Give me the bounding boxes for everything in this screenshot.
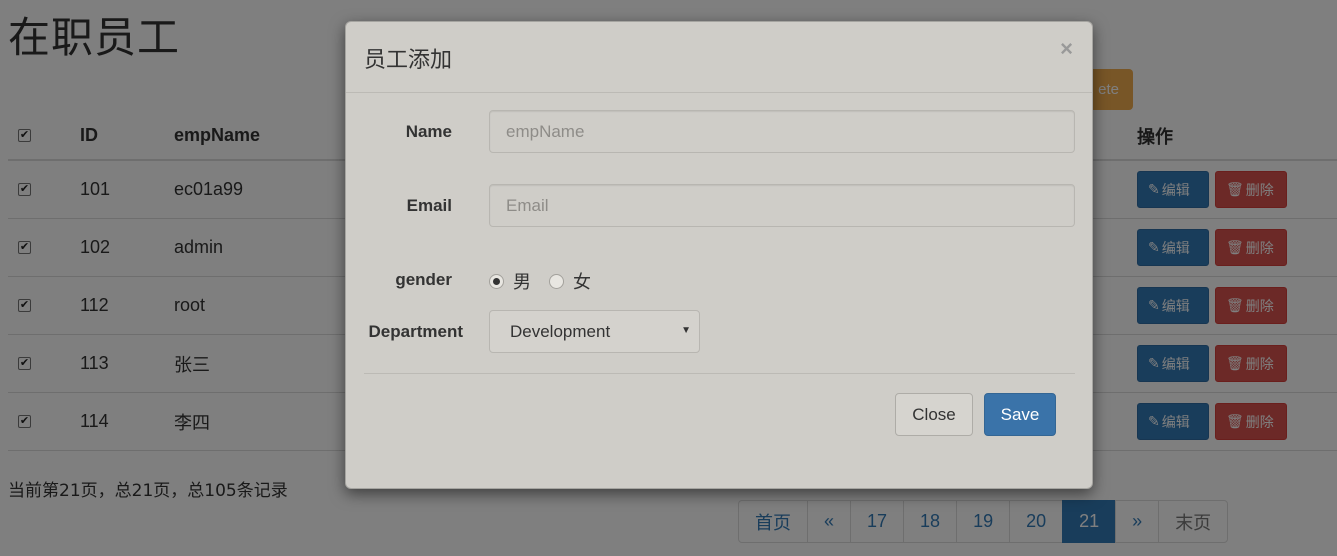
email-label: Email [406,196,452,215]
department-value: Development [510,321,611,341]
name-label: Name [405,122,452,141]
close-button[interactable]: Close [895,393,973,436]
modal-footer: Close Save [364,373,1075,453]
gender-label-female: 女 [573,272,591,293]
gender-radio-female[interactable] [549,273,564,289]
chevron-down-icon: ▼ [681,325,691,336]
gender-radio-male[interactable] [489,273,504,289]
gender-label: gender [395,270,452,289]
department-label: Department [368,322,463,341]
email-row: Email Email [346,184,1094,228]
gender-row: gender 男 女 [346,266,1094,294]
email-input[interactable]: Email [489,184,1075,227]
modal-title: 员工添加 [364,48,453,73]
add-employee-modal: 员工添加 × Name empName Email Email gender 男… [345,21,1093,489]
department-row: Department Development ▼ [346,310,1094,354]
modal-header: 员工添加 × [346,22,1092,93]
close-icon[interactable]: × [1060,38,1073,60]
department-select[interactable]: Development ▼ [489,310,700,353]
gender-label-male: 男 [513,272,531,293]
name-input[interactable]: empName [489,110,1075,153]
save-button[interactable]: Save [984,393,1056,436]
name-row: Name empName [346,110,1094,154]
gender-radio-group: 男 女 [489,268,609,294]
